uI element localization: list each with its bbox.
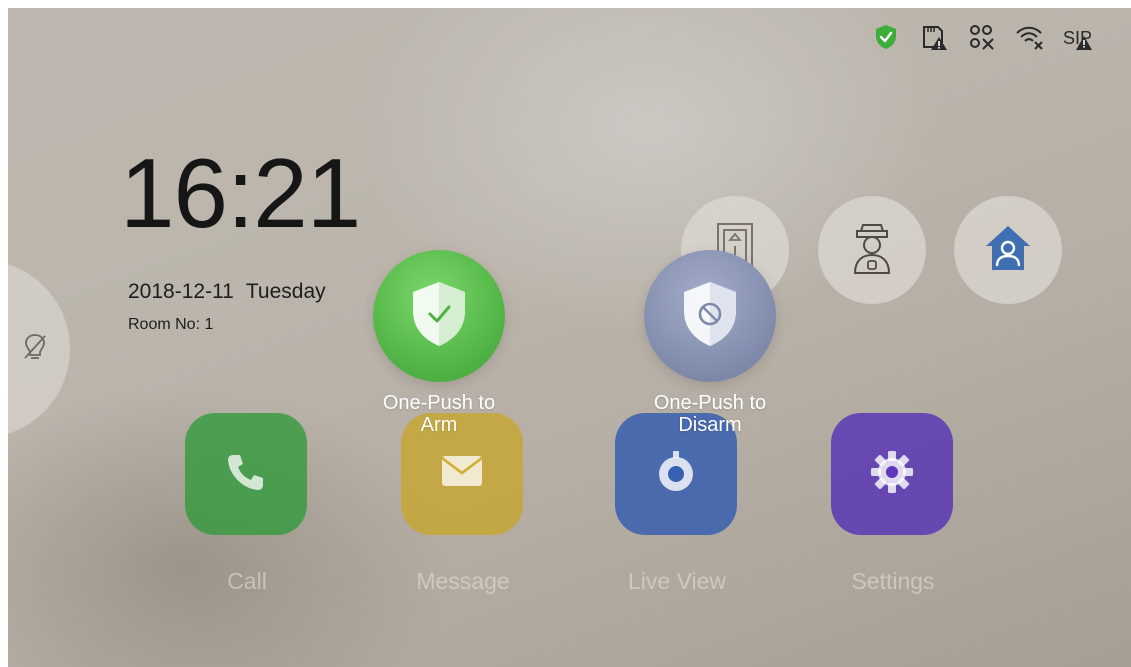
phone-icon (224, 450, 268, 499)
arm-label-line2: Arm (420, 414, 458, 436)
gear-icon (869, 449, 915, 500)
disarm-label-line2: Disarm (678, 414, 742, 436)
date-line: 2018-12-11 Tuesday (128, 280, 326, 304)
arm-label: One-Push to Arm (339, 392, 539, 436)
arm-label-line1: One-Push to (382, 392, 496, 414)
sd-card-alert-icon (919, 22, 949, 52)
weekday-value: Tuesday (245, 280, 326, 303)
one-push-arm-button[interactable] (373, 250, 505, 382)
envelope-icon (440, 454, 484, 495)
disarm-label: One-Push to Disarm (610, 392, 810, 436)
settings-label: Settings (851, 568, 935, 594)
shield-check-icon (408, 279, 470, 354)
date-value: 2018-12-11 (128, 280, 234, 303)
home-screen: SIP 16:21 2018-12-11 Tuesday Room No: 1 (8, 8, 1131, 667)
clock-time: 16:21 (120, 138, 361, 248)
shield-check-icon (871, 22, 901, 52)
home-mode-button[interactable] (954, 196, 1062, 304)
security-guard-button[interactable] (818, 196, 926, 304)
lightbulb-off-icon[interactable] (22, 332, 48, 362)
call-label: Call (227, 568, 267, 594)
shield-forbidden-icon (679, 279, 741, 354)
call-app[interactable] (185, 413, 307, 535)
one-push-disarm-button[interactable] (644, 250, 776, 382)
camera-icon (654, 448, 698, 501)
network-disconnected-icon (967, 22, 997, 52)
live-view-label: Live View (627, 568, 727, 594)
room-number: Room No: 1 (128, 316, 214, 333)
settings-app[interactable] (831, 413, 953, 535)
security-guard-icon (849, 221, 895, 280)
message-label: Message (416, 568, 510, 594)
status-bar: SIP (871, 22, 1093, 52)
disarm-label-line1: One-Push to (653, 392, 767, 414)
sip-alert-icon: SIP (1063, 22, 1093, 52)
home-user-icon (982, 222, 1034, 279)
wifi-disconnected-icon (1015, 22, 1045, 52)
